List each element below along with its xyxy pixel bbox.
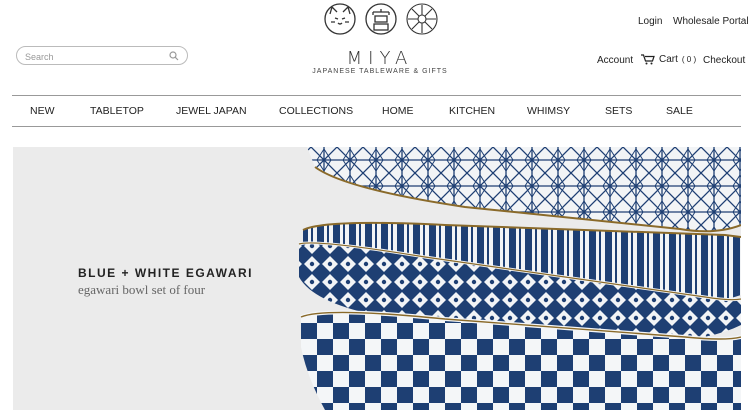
hero-banner[interactable]: BLUE + WHITE EGAWARI egawari bowl set of… [13,147,741,410]
logo-icons[interactable] [323,2,439,36]
cart-link[interactable]: Cart ( 0 ) [641,54,696,65]
brand-tagline: JAPANESE TABLEWARE & GIFTS [312,68,448,75]
account-link[interactable]: Account [597,55,633,66]
search-input[interactable] [23,49,167,65]
nav-item-collections[interactable]: COLLECTIONS [279,105,353,117]
wholesale-portal-link[interactable]: Wholesale Portal [673,16,749,27]
nav-item-whimsy[interactable]: WHIMSY [527,105,570,117]
nav-item-kitchen[interactable]: KITCHEN [449,105,495,117]
main-nav: NEW TABLETOP JEWEL JAPAN COLLECTIONS HOM… [12,95,741,127]
nav-item-jewel-japan[interactable]: JEWEL JAPAN [176,105,247,117]
search-icon[interactable] [169,51,179,61]
cart-count: ( 0 ) [681,55,697,64]
cart-icon [641,54,655,65]
cat-icon [324,3,356,35]
hero-title: BLUE + WHITE EGAWARI [78,266,254,280]
nav-item-new[interactable]: NEW [30,105,55,117]
brand-name[interactable]: MIYA [300,48,460,69]
nav-item-sets[interactable]: SETS [605,105,632,117]
checkout-link[interactable]: Checkout [703,55,745,66]
bowl-stack-image [298,147,741,410]
bowl-top [307,147,741,233]
hero-subtitle: egawari bowl set of four [78,282,206,297]
login-link[interactable]: Login [638,16,662,27]
chrysanthemum-icon [406,3,438,35]
search-box [16,46,188,65]
nav-item-home[interactable]: HOME [382,105,414,117]
nav-item-tabletop[interactable]: TABLETOP [90,105,144,117]
kanji-seal-icon [365,3,397,35]
cart-label: Cart [659,54,678,65]
nav-item-sale[interactable]: SALE [666,105,693,117]
